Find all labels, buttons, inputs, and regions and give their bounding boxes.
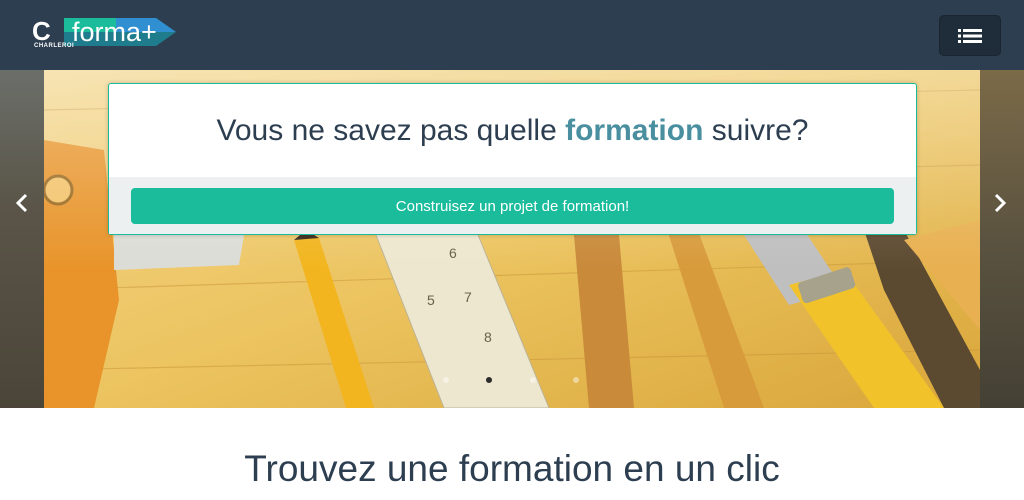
logo-brand: forma+ xyxy=(72,17,157,47)
svg-text:8: 8 xyxy=(484,329,492,345)
svg-text:7: 7 xyxy=(464,289,472,305)
carousel-indicators xyxy=(440,377,590,385)
caption-heading-area: Vous ne savez pas quelle formation suivr… xyxy=(109,84,916,177)
section-title: Trouvez une formation en un clic xyxy=(244,448,780,489)
menu-toggle-button[interactable] xyxy=(939,15,1001,56)
caption-heading-start: Vous ne savez pas quelle xyxy=(216,113,566,147)
carousel-prev-button[interactable] xyxy=(2,188,42,218)
content-section: Trouvez une formation en un clic xyxy=(0,408,1024,500)
build-training-project-button[interactable]: Construisez un projet de formation! xyxy=(131,188,894,224)
next-slide-peek xyxy=(980,70,1024,408)
chevron-left-icon xyxy=(15,193,28,213)
caption-heading-highlight: formation xyxy=(565,113,704,147)
carousel-next-button[interactable] xyxy=(980,188,1020,218)
logo-subtitle: CHARLEROI xyxy=(34,43,75,49)
svg-text:5: 5 xyxy=(427,292,435,308)
carousel-indicator-2[interactable] xyxy=(486,377,492,383)
top-navbar: C CHARLEROI forma+ xyxy=(0,0,1024,70)
caption-action-area: Construisez un projet de formation! xyxy=(109,177,916,234)
chevron-right-icon xyxy=(994,193,1007,213)
previous-slide-peek xyxy=(0,70,44,408)
list-icon xyxy=(958,28,982,43)
carousel-indicator-3[interactable] xyxy=(530,377,536,383)
carousel-indicator-1[interactable] xyxy=(443,377,449,383)
logo-letter: C xyxy=(32,16,51,46)
carousel-indicator-4[interactable] xyxy=(573,377,579,383)
carousel-caption-card: Vous ne savez pas quelle formation suivr… xyxy=(108,83,917,235)
site-logo[interactable]: C CHARLEROI forma+ xyxy=(32,14,182,50)
caption-heading-end: suivre? xyxy=(703,113,809,147)
caption-heading: Vous ne savez pas quelle formation suivr… xyxy=(217,114,809,148)
